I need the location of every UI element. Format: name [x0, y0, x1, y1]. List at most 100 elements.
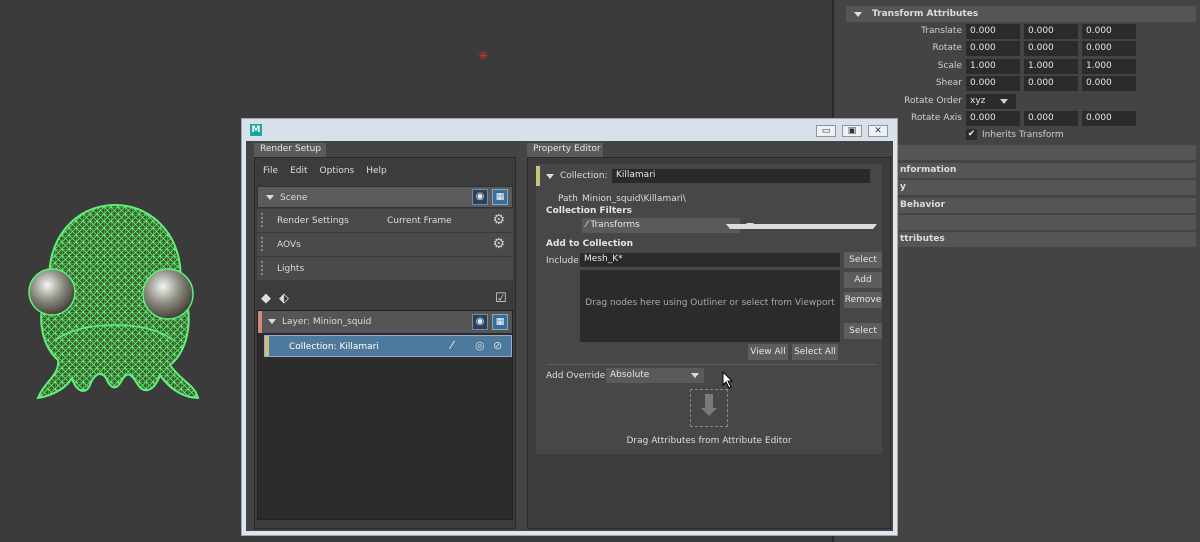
override-value: Absolute — [610, 370, 650, 380]
scale-x-field[interactable]: 1.000 — [966, 59, 1020, 74]
restore-button[interactable]: ▣ — [842, 125, 862, 137]
filter-icon[interactable]: ⁄ — [451, 339, 453, 353]
include-field[interactable]: Mesh_K* — [580, 253, 840, 267]
menu-edit[interactable]: Edit — [290, 166, 307, 180]
lights-row[interactable]: Lights — [257, 257, 513, 281]
layers-list: Layer: Minion_squid ◉ ▦ Collection: Kill… — [257, 310, 513, 520]
lights-label: Lights — [277, 264, 305, 274]
squid-model[interactable] — [20, 200, 210, 410]
collection-label: Collection: Killamari — [289, 342, 379, 352]
collapse-triangle-icon[interactable] — [854, 11, 862, 17]
override-select[interactable]: Absolute — [606, 368, 704, 383]
shear-x-field[interactable]: 0.000 — [966, 76, 1020, 91]
chevron-down-icon[interactable] — [691, 373, 699, 378]
remove-button[interactable]: Remove — [844, 292, 882, 308]
collection-field-label: Collection: — [560, 171, 608, 181]
collapse-triangle-icon[interactable] — [546, 174, 554, 179]
section-y[interactable]: y — [846, 180, 1196, 195]
render-settings-row[interactable]: Render Settings Current Frame ⚙ — [257, 209, 513, 233]
view-all-button[interactable]: View All — [748, 344, 788, 360]
scene-label: Scene — [280, 193, 308, 203]
maya-logo-icon: M — [250, 124, 262, 136]
collection-row[interactable]: Collection: Killamari ⁄ ◎ ⊘ — [264, 335, 512, 357]
rotate-z-field[interactable]: 0.000 — [1082, 41, 1136, 56]
tab-property-editor[interactable]: Property Editor — [527, 143, 603, 157]
eye-icon[interactable]: ◉ — [472, 189, 488, 205]
path-label: Path — [558, 194, 578, 204]
gear-icon[interactable]: ⚙ — [492, 213, 505, 227]
title-bar[interactable]: M ▭ ▣ ✕ — [242, 119, 897, 141]
property-editor-pane: Collection: Killamari Path Minion_squid\… — [527, 157, 891, 529]
translate-x-field[interactable]: 0.000 — [966, 24, 1020, 39]
tab-render-setup[interactable]: Render Setup — [254, 143, 326, 157]
scene-row[interactable]: Scene ◉ ▦ — [257, 186, 513, 208]
layer-name: Minion_squid — [312, 317, 372, 327]
expand-triangle-icon[interactable] — [266, 195, 274, 200]
shear-y-field[interactable]: 0.000 — [1024, 76, 1078, 91]
current-frame-label: Current Frame — [387, 216, 452, 226]
add-button[interactable]: Add — [844, 272, 882, 288]
menu-options[interactable]: Options — [320, 166, 355, 180]
scale-z-field[interactable]: 1.000 — [1082, 59, 1136, 74]
section-information[interactable]: nformation — [846, 163, 1196, 178]
render-icon[interactable]: ▦ — [492, 314, 508, 330]
menu-help[interactable]: Help — [366, 166, 387, 180]
translate-row: Translate 0.000 0.000 0.000 — [834, 24, 1200, 40]
apply-icon[interactable]: ☑ — [495, 292, 507, 306]
section-behavior[interactable]: Behavior — [846, 198, 1196, 213]
gear-icon[interactable]: ⚙ — [492, 237, 505, 251]
drag-handle[interactable] — [261, 261, 263, 275]
drag-handle[interactable] — [261, 213, 263, 227]
minimize-button[interactable]: ▭ — [816, 125, 836, 137]
rotate-x-field[interactable]: 0.000 — [966, 41, 1020, 56]
shear-row: Shear 0.000 0.000 0.000 — [834, 76, 1200, 92]
add-override-label: Add Override — [546, 371, 606, 381]
collection-properties: Collection: Killamari Path Minion_squid\… — [536, 164, 882, 454]
close-button[interactable]: ✕ — [868, 125, 888, 137]
inherits-transform-checkbox[interactable]: ✔ — [966, 129, 977, 140]
select-members-button[interactable]: Select — [844, 323, 882, 339]
create-collection-icon[interactable]: ◆ — [261, 292, 271, 306]
translate-z-field[interactable]: 0.000 — [1082, 24, 1136, 39]
expand-triangle-icon[interactable] — [268, 319, 276, 324]
menu-file[interactable]: File — [263, 166, 278, 180]
rotate-y-field[interactable]: 0.000 — [1024, 41, 1078, 56]
drag-attributes-hint: Drag Attributes from Attribute Editor — [626, 436, 792, 446]
section-blank[interactable] — [846, 215, 1196, 230]
node-drop-zone[interactable]: Drag nodes here using Outliner or select… — [580, 270, 840, 342]
filter-select[interactable]: ⁄ Transforms — [582, 218, 754, 233]
attribute-drop-target[interactable] — [690, 389, 728, 427]
select-all-button[interactable]: Select All — [792, 344, 838, 360]
rotate-axis-y-field[interactable]: 0.000 — [1024, 111, 1078, 126]
transform-attributes-frame[interactable]: Transform Attributes — [846, 6, 1196, 22]
section-frame[interactable] — [846, 145, 1196, 160]
rotate-row: Rotate 0.000 0.000 0.000 — [834, 41, 1200, 57]
down-arrow-head-icon — [701, 408, 717, 416]
render-icon[interactable]: ▦ — [492, 189, 508, 205]
rotate-axis-z-field[interactable]: 0.000 — [1082, 111, 1136, 126]
rotate-order-select[interactable]: xyz — [966, 94, 1016, 109]
layer-row[interactable]: Layer: Minion_squid ◉ ▦ — [258, 311, 512, 333]
mouse-cursor-icon — [722, 371, 734, 389]
collection-name: Killamari — [339, 342, 379, 352]
aovs-row[interactable]: AOVs ⚙ — [257, 233, 513, 257]
add-to-collection-label: Add to Collection — [546, 239, 633, 249]
collection-name-field[interactable]: Killamari — [612, 169, 870, 183]
create-layer-icon[interactable]: ⬖ — [279, 292, 289, 306]
chevron-down-icon[interactable] — [726, 224, 877, 229]
scale-y-field[interactable]: 1.000 — [1024, 59, 1078, 74]
drag-handle[interactable] — [261, 237, 263, 251]
isolate-icon[interactable]: ◎ — [475, 339, 485, 353]
section-attributes[interactable]: ttributes — [846, 232, 1196, 247]
chevron-down-icon[interactable] — [1000, 99, 1008, 104]
eye-icon[interactable]: ◉ — [472, 314, 488, 330]
translate-y-field[interactable]: 0.000 — [1024, 24, 1078, 39]
disable-icon[interactable]: ⊘ — [493, 339, 502, 353]
rotate-order-row: Rotate Order xyz — [834, 94, 1200, 110]
render-setup-pane: File Edit Options Help Scene ◉ ▦ Render … — [254, 157, 516, 529]
shear-z-field[interactable]: 0.000 — [1082, 76, 1136, 91]
select-button[interactable]: Select — [844, 252, 882, 268]
rotate-axis-x-field[interactable]: 0.000 — [966, 111, 1020, 126]
rotate-order-label: Rotate Order — [904, 96, 962, 106]
render-setup-window: M ▭ ▣ ✕ Render Setup File Edit Options H… — [241, 118, 898, 536]
